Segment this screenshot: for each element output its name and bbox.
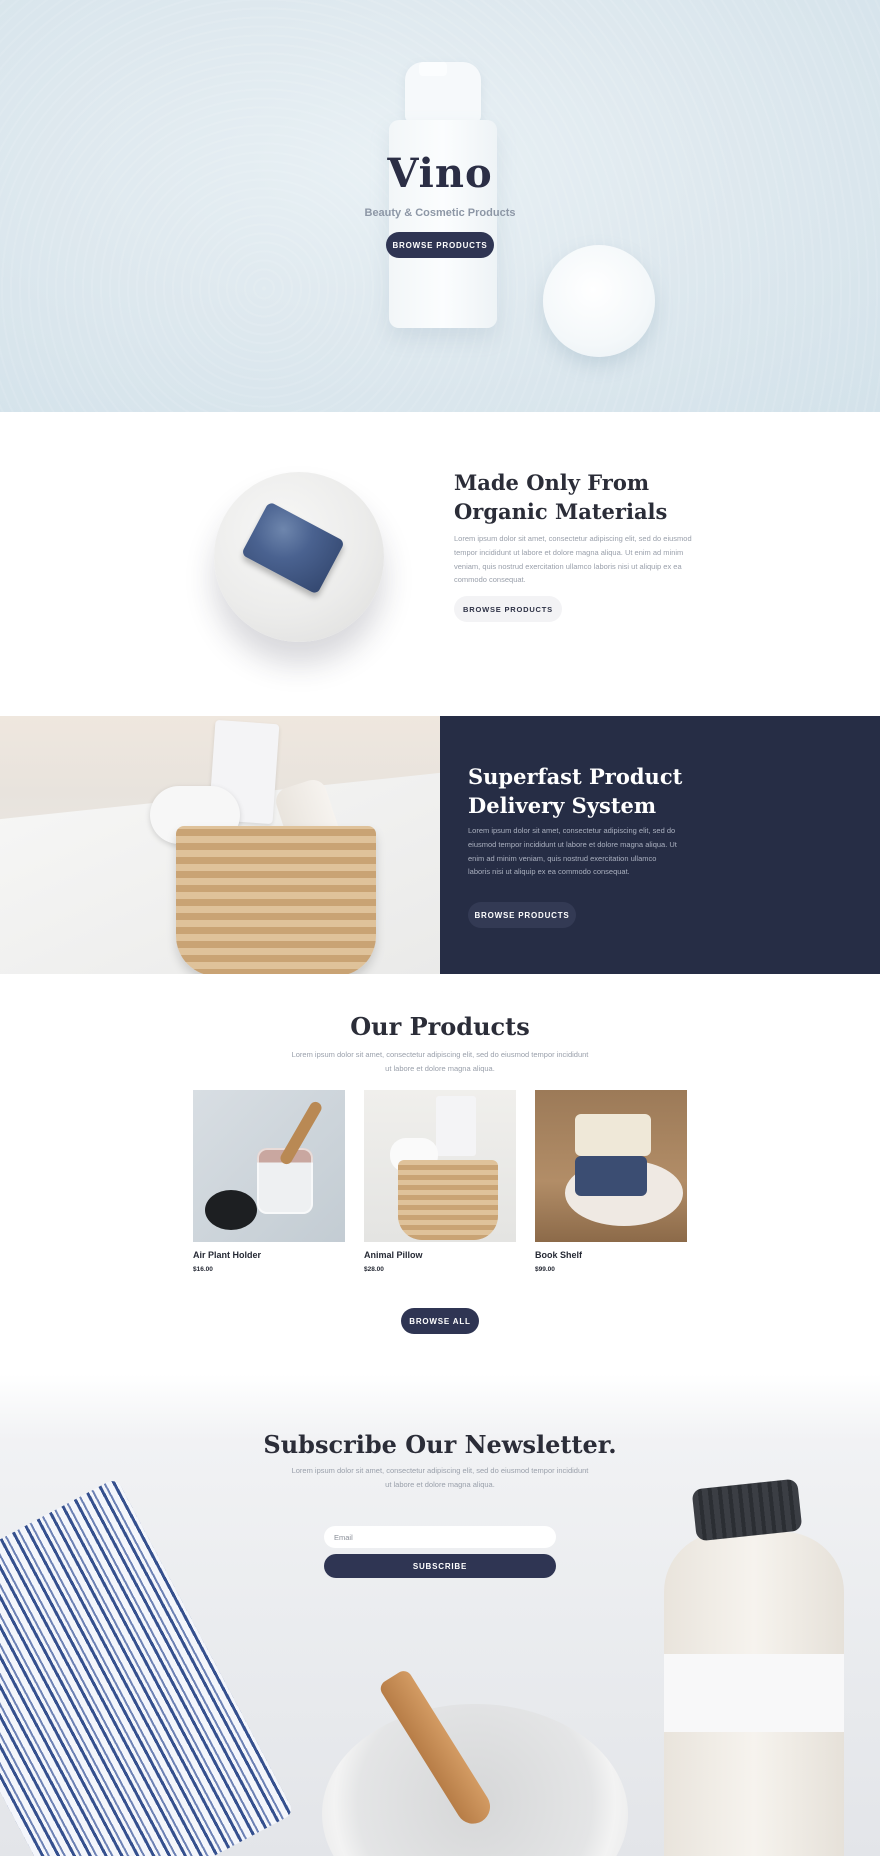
delivery-text: Lorem ipsum dolor sit amet, consectetur … (468, 826, 677, 877)
newsletter-section: Subscribe Our Newsletter. Lorem ipsum do… (0, 1374, 880, 1856)
salt-jar-image (664, 1478, 844, 1856)
blue-soap-image (240, 501, 346, 595)
product-card[interactable]: Book Shelf $99.00 (535, 1090, 687, 1273)
organic-title-line2: Organic Materials (454, 499, 668, 524)
hero-subtitle: Beauty & Cosmetic Products (364, 207, 516, 219)
product-image[interactable] (193, 1090, 345, 1242)
card-prop (436, 1096, 476, 1156)
product-image[interactable] (364, 1090, 516, 1242)
product-price: $16.00 (193, 1266, 213, 1273)
striped-towel-image (0, 1477, 295, 1856)
delivery-title: Superfast Product Delivery System (468, 762, 708, 820)
delivery-panel: Superfast Product Delivery System Lorem … (440, 716, 880, 974)
delivery-section: Superfast Product Delivery System Lorem … (0, 716, 880, 974)
products-text: Lorem ipsum dolor sit amet, consectetur … (291, 1050, 589, 1073)
hero-title: Vino (387, 150, 493, 197)
basket-image (0, 716, 440, 974)
browse-all-button[interactable]: BROWSE ALL (401, 1308, 479, 1334)
products-section: Our Products Lorem ipsum dolor sit amet,… (0, 974, 880, 1374)
product-name[interactable]: Air Plant Holder (193, 1250, 345, 1260)
wooden-basket (176, 826, 376, 974)
wooden-basket (398, 1160, 498, 1240)
hero-section: Vino Beauty & Cosmetic Products BROWSE P… (0, 0, 880, 412)
white-soap (575, 1114, 651, 1156)
delivery-title-line2: Delivery System (468, 793, 657, 818)
product-card[interactable]: Air Plant Holder $16.00 (193, 1090, 345, 1273)
products-title: Our Products (350, 1012, 530, 1041)
bottle-pump (405, 62, 481, 122)
product-image[interactable] (535, 1090, 687, 1242)
cream-jar-image (543, 245, 655, 357)
product-price: $99.00 (535, 1266, 555, 1273)
marble-plate-image (214, 472, 384, 642)
delivery-browse-button[interactable]: BROWSE PRODUCTS (468, 902, 576, 928)
newsletter-text: Lorem ipsum dolor sit amet, consectetur … (291, 1466, 589, 1489)
product-name[interactable]: Book Shelf (535, 1250, 687, 1260)
email-field[interactable]: Email (324, 1526, 556, 1548)
organic-browse-button[interactable]: BROWSE PRODUCTS (454, 596, 562, 622)
organic-title-line1: Made Only From (454, 470, 650, 495)
newsletter-title: Subscribe Our Newsletter. (263, 1430, 617, 1459)
subscribe-button[interactable]: SUBSCRIBE (324, 1554, 556, 1578)
organic-text: Lorem ipsum dolor sit amet, consectetur … (454, 534, 692, 585)
delivery-title-line1: Superfast Product (468, 764, 683, 789)
black-lid (205, 1190, 257, 1230)
organic-section: Made Only From Organic Materials Lorem i… (0, 412, 880, 716)
jar-cap (691, 1478, 803, 1542)
hero-browse-button[interactable]: BROWSE PRODUCTS (386, 232, 494, 258)
blue-soap (575, 1156, 647, 1196)
product-card[interactable]: Animal Pillow $28.00 (364, 1090, 516, 1273)
organic-title: Made Only From Organic Materials (454, 468, 694, 526)
product-name[interactable]: Animal Pillow (364, 1250, 516, 1260)
product-price: $28.00 (364, 1266, 384, 1273)
jar-label (664, 1654, 844, 1732)
